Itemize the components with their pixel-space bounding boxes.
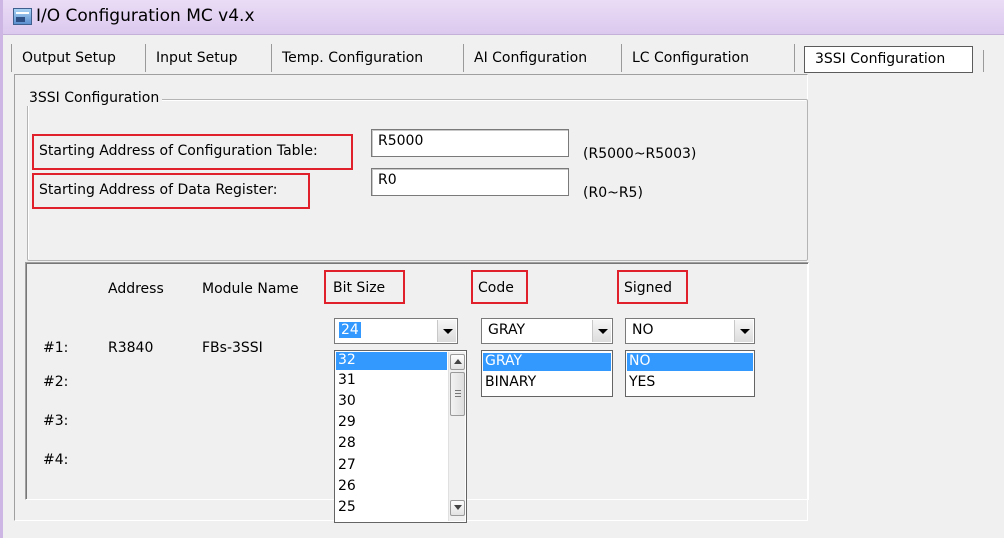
module-name-header: Module Name <box>202 281 299 297</box>
app-icon[interactable] <box>13 8 32 25</box>
row-1-module: FBs-3SSI <box>202 340 263 356</box>
config-table-label: Starting Address of Configuration Table: <box>39 143 318 159</box>
title-bar[interactable]: I/O Configuration MC v4.x <box>3 0 1004 35</box>
bit-size-combo[interactable]: 24 <box>334 318 458 344</box>
tab-temp-configuration[interactable]: Temp. Configuration <box>272 44 464 72</box>
scroll-down-icon[interactable] <box>450 500 465 516</box>
address-header: Address <box>108 281 164 297</box>
tab-input-setup[interactable]: Input Setup <box>146 44 272 72</box>
tab-output-setup[interactable]: Output Setup <box>11 44 146 72</box>
tab-3ssi-configuration[interactable]: 3SSI Configuration <box>804 46 973 73</box>
bit-size-option[interactable]: 32 <box>336 352 447 370</box>
code-option[interactable]: BINARY <box>483 374 611 392</box>
bit-size-option[interactable]: 29 <box>336 414 447 432</box>
code-option[interactable]: GRAY <box>483 353 611 371</box>
code-selected-value: GRAY <box>488 322 526 338</box>
code-combo[interactable]: GRAY <box>481 318 613 344</box>
signed-combo[interactable]: NO <box>625 318 755 344</box>
code-dropdown[interactable]: GRAY BINARY <box>481 350 613 397</box>
signed-option[interactable]: NO <box>627 353 753 371</box>
signed-selected-value: NO <box>632 322 654 338</box>
chevron-down-icon[interactable] <box>592 320 611 342</box>
chevron-down-icon[interactable] <box>437 320 456 342</box>
tab-strip: Output Setup Input Setup Temp. Configura… <box>11 38 1001 76</box>
group-title: 3SSI Configuration <box>26 90 163 106</box>
tab-ai-configuration[interactable]: AI Configuration <box>464 44 622 72</box>
data-register-address-input[interactable]: R0 <box>371 168 569 196</box>
row-2-id: #2: <box>43 374 69 390</box>
signed-header: Signed <box>624 280 673 296</box>
bit-size-header: Bit Size <box>333 280 386 296</box>
window-title: I/O Configuration MC v4.x <box>36 6 255 26</box>
app-window: I/O Configuration MC v4.x Output Setup I… <box>0 0 1004 538</box>
bit-size-option[interactable]: 27 <box>336 457 447 475</box>
config-table-range: (R5000~R5003) <box>583 146 697 162</box>
config-table-address-input[interactable]: R5000 <box>371 129 569 157</box>
chevron-down-icon[interactable] <box>734 320 753 342</box>
bit-size-option[interactable]: 30 <box>336 393 447 411</box>
bit-size-option[interactable]: 26 <box>336 478 447 496</box>
row-3-id: #3: <box>43 413 69 429</box>
tab-separator <box>983 50 984 72</box>
bit-size-option[interactable]: 31 <box>336 372 447 390</box>
bit-size-option[interactable]: 28 <box>336 435 447 453</box>
signed-option[interactable]: YES <box>627 374 753 392</box>
bit-size-dropdown[interactable]: 32 31 30 29 28 27 26 25 <box>334 350 467 523</box>
scroll-up-icon[interactable] <box>450 354 465 370</box>
row-4-id: #4: <box>43 452 69 468</box>
row-1-address: R3840 <box>108 340 154 356</box>
bit-size-selected-value: 24 <box>339 322 361 338</box>
dropdown-scrollbar[interactable] <box>448 352 465 521</box>
code-header: Code <box>478 280 514 296</box>
scroll-thumb[interactable] <box>450 372 465 416</box>
tab-lc-configuration[interactable]: LC Configuration <box>622 44 795 72</box>
signed-dropdown[interactable]: NO YES <box>625 350 755 397</box>
row-1-id: #1: <box>43 340 69 356</box>
bit-size-option[interactable]: 25 <box>336 499 447 517</box>
data-register-range: (R0~R5) <box>583 185 643 201</box>
data-register-label: Starting Address of Data Register: <box>39 182 278 198</box>
